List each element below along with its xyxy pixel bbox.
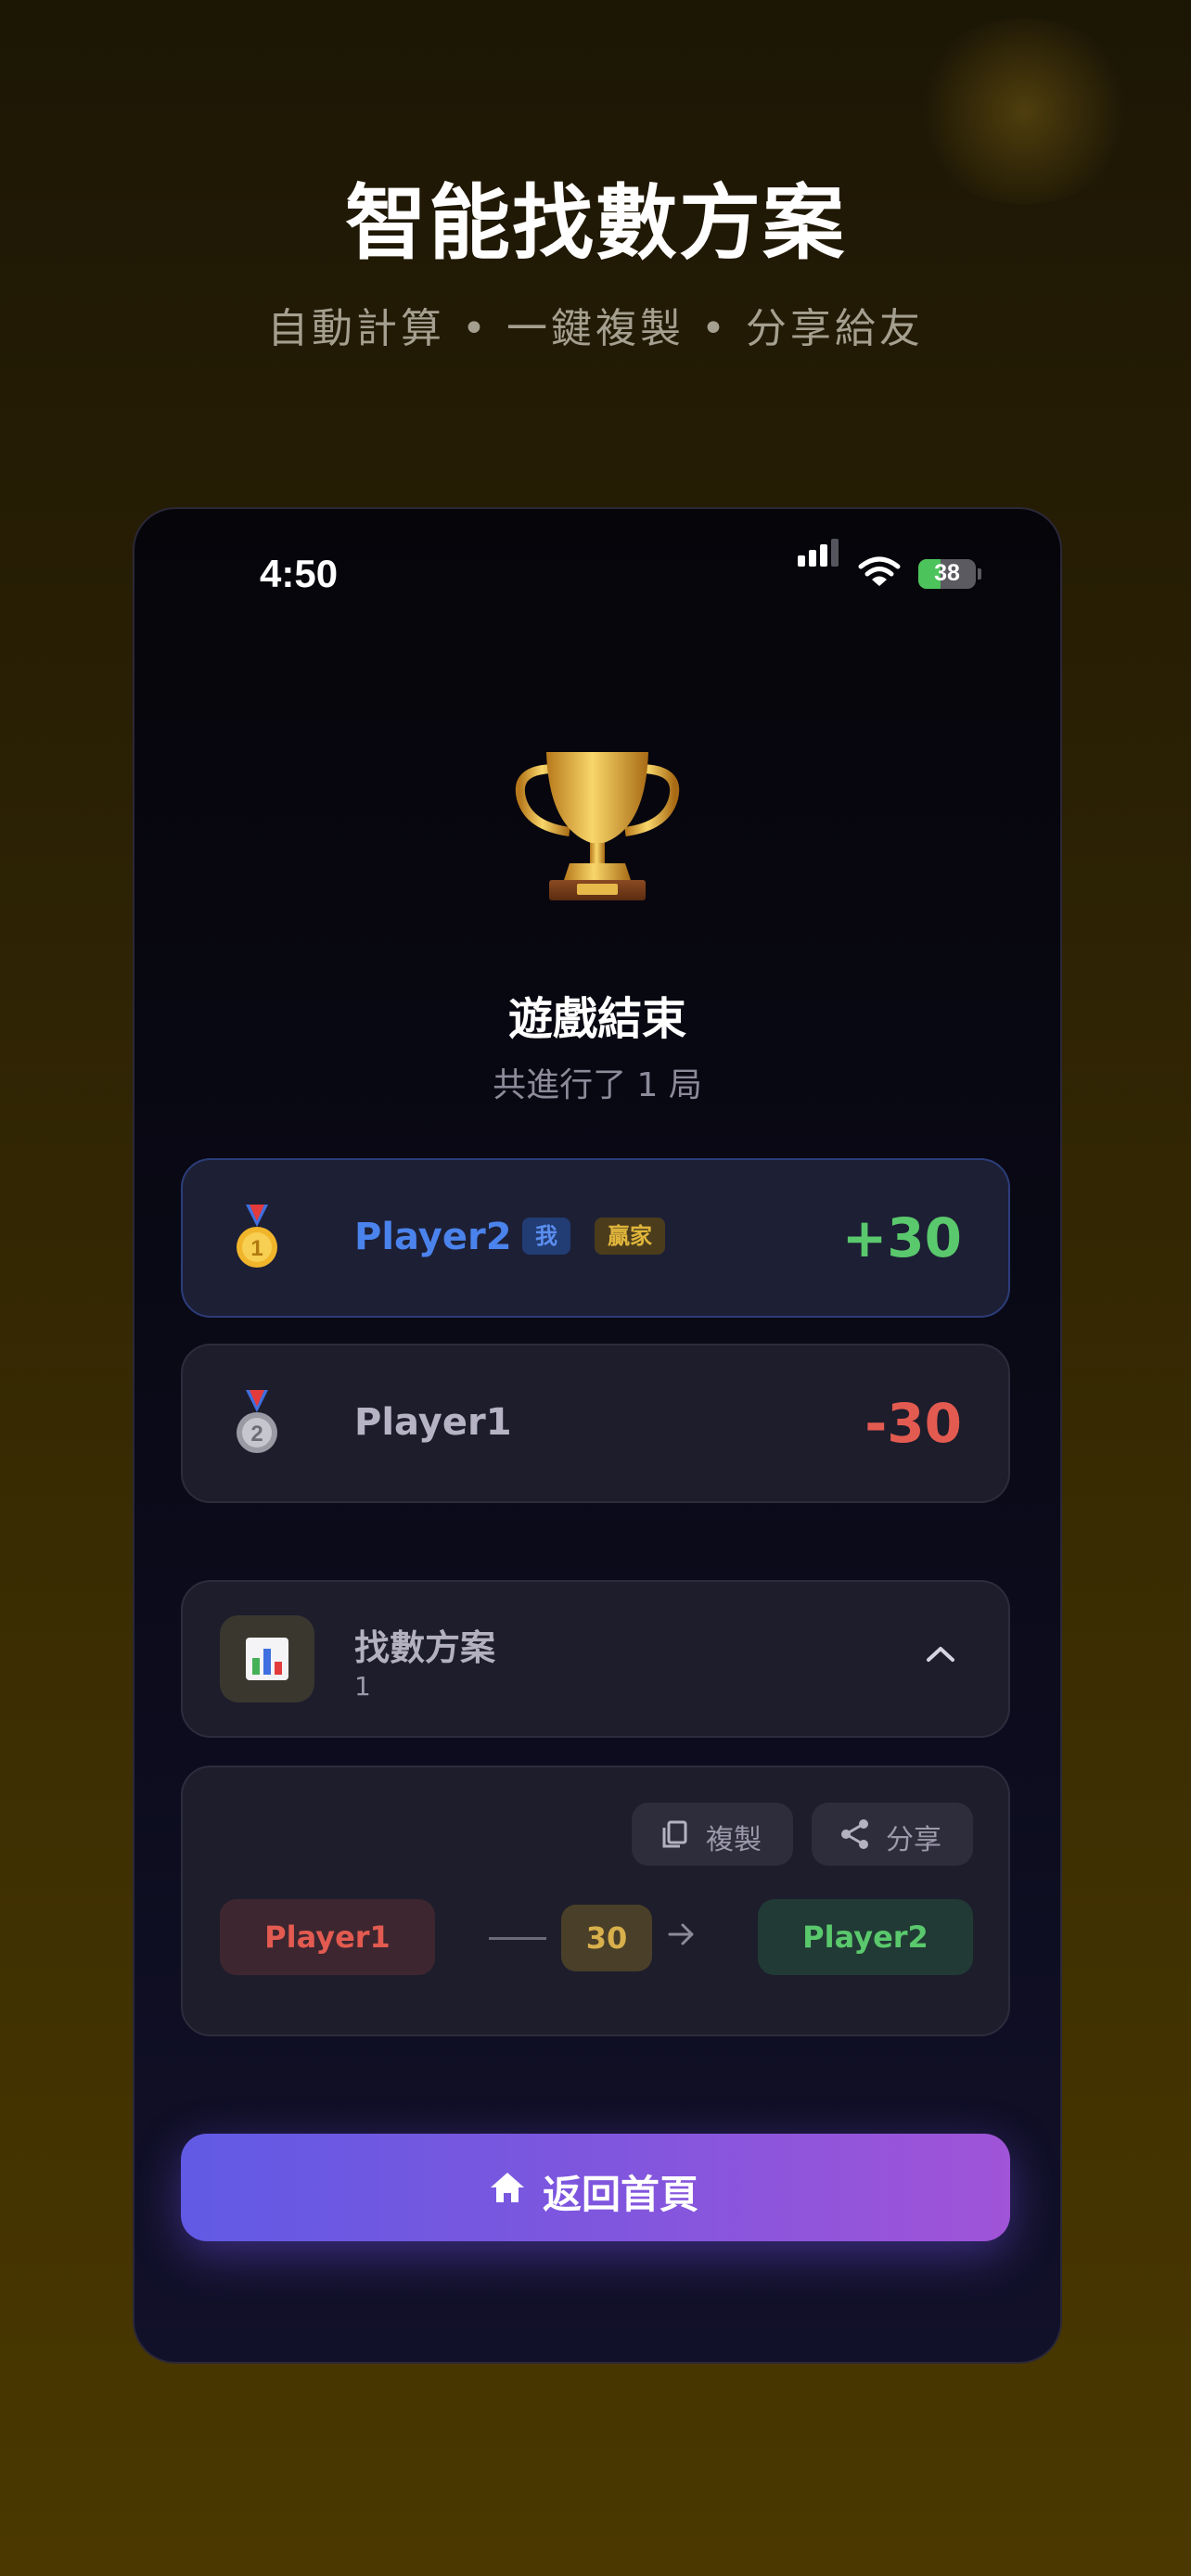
settlement-plan-header[interactable]: 找數方案 1	[181, 1580, 1010, 1738]
status-bar: 4:50 38	[134, 539, 1060, 602]
player-score: -30	[864, 1392, 962, 1455]
share-button[interactable]: 分享	[812, 1803, 973, 1866]
player-card-winner: 1 Player2 我 贏家 +30	[181, 1158, 1010, 1318]
plan-count: 1	[354, 1671, 371, 1702]
rounds-played-text: 共進行了 1 局	[493, 1066, 702, 1104]
transfer-line	[489, 1937, 546, 1940]
game-over-title: 遊戲結束	[507, 993, 686, 1045]
status-time: 4:50	[260, 552, 339, 595]
silver-medal-icon: 2	[237, 1390, 277, 1453]
settlement-plan-detail: 複製 分享 Player1 30 Player2	[181, 1766, 1010, 2036]
copy-label: 複製	[706, 1824, 762, 1856]
svg-text:1: 1	[250, 1236, 263, 1261]
wifi-icon	[858, 556, 901, 586]
back-to-home-label: 返回首頁	[543, 2172, 699, 2217]
battery-indicator: 38	[918, 559, 976, 589]
payer-chip: Player1	[220, 1899, 435, 1975]
winner-badge: 贏家	[595, 1218, 665, 1255]
payee-chip: Player2	[758, 1899, 973, 1975]
back-to-home-button[interactable]: 返回首頁	[181, 2134, 1010, 2241]
battery-level: 38	[934, 560, 960, 586]
arrow-right-icon	[668, 1923, 694, 1945]
copy-button[interactable]: 複製	[632, 1803, 793, 1866]
battery-cap	[978, 568, 981, 580]
player-name: Player2	[354, 1216, 512, 1258]
share-label: 分享	[886, 1824, 941, 1856]
trophy-icon	[515, 752, 680, 900]
transfer-amount: 30	[561, 1905, 652, 1971]
hero-title: 智能找數方案	[344, 175, 846, 271]
phone-frame: 4:50 38 遊戲結束 共進行了 1 局 1 Player2 我 贏家 +30…	[133, 507, 1062, 2364]
player-name: Player1	[354, 1401, 512, 1444]
me-badge: 我	[522, 1218, 570, 1255]
player-card: 2 Player1 -30	[181, 1344, 1010, 1503]
share-icon	[841, 1819, 868, 1849]
copy-icon	[662, 1820, 687, 1848]
plan-title: 找數方案	[354, 1627, 496, 1668]
gold-medal-icon: 1	[237, 1205, 277, 1268]
player-score: +30	[841, 1206, 962, 1269]
svg-text:2: 2	[250, 1422, 263, 1447]
home-icon	[491, 2173, 524, 2202]
hero-subtitle: 自動計算 • 一鍵複製 • 分享給友	[267, 305, 924, 352]
bar-chart-icon	[220, 1615, 314, 1702]
chevron-up-icon[interactable]	[925, 1643, 956, 1665]
